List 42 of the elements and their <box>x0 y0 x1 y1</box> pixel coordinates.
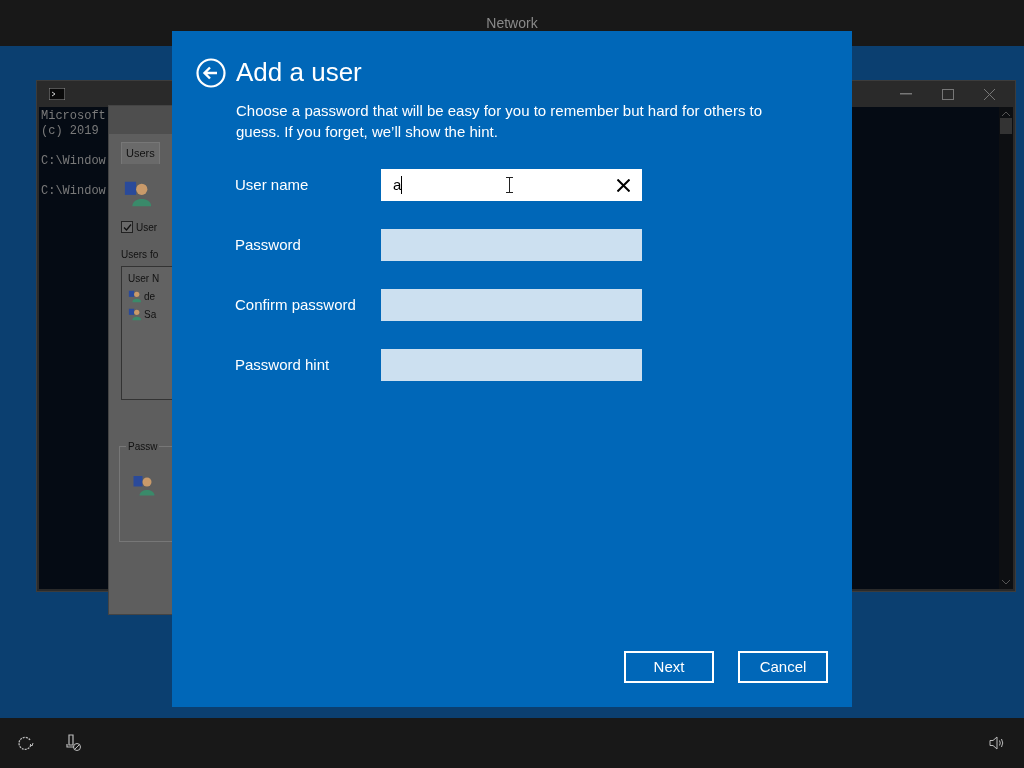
field-value: a <box>393 174 402 195</box>
console-line: (c) 2019 <box>41 124 99 139</box>
clear-icon[interactable] <box>617 178 630 192</box>
maximize-icon[interactable] <box>942 88 954 100</box>
console-line: Microsoft <box>41 109 106 124</box>
user-icon <box>128 289 142 303</box>
text-cursor-icon <box>506 177 514 193</box>
scroll-down-icon[interactable] <box>1002 580 1010 585</box>
user-icon <box>128 307 142 321</box>
console-line: C:\Window <box>41 184 106 199</box>
input-field[interactable] <box>381 229 642 261</box>
scroll-thumb[interactable] <box>1000 118 1012 134</box>
field-label: User name <box>235 174 310 195</box>
microphone-off-icon[interactable] <box>64 734 82 752</box>
check-icon <box>122 222 132 232</box>
column-header: User N <box>128 271 160 286</box>
scrollbar[interactable] <box>999 107 1013 589</box>
checkbox[interactable] <box>121 221 133 233</box>
user-name[interactable]: de <box>144 288 156 304</box>
close-icon[interactable] <box>984 88 995 100</box>
field-label: Confirm password <box>235 294 357 315</box>
dialog-title: Add a user <box>236 56 362 89</box>
list-label: Users fo <box>121 247 159 262</box>
refresh-icon[interactable] <box>16 734 34 752</box>
input-field[interactable]: a <box>381 169 642 201</box>
dialog-button[interactable]: Cancel <box>738 651 828 683</box>
description: Choose a password that will be easy for you to remember but hard for others to guess. If you forget, we’ll show the hint. <box>236 101 764 142</box>
minimize-icon[interactable] <box>900 93 912 95</box>
checkbox-label: User <box>136 220 158 235</box>
user-name[interactable]: Sa <box>144 306 157 322</box>
field-label: Password hint <box>235 354 331 375</box>
input-field[interactable] <box>381 349 642 381</box>
volume-icon[interactable] <box>989 735 1005 751</box>
dialog-button[interactable]: Next <box>624 651 714 683</box>
console-line: C:\Window <box>41 154 106 169</box>
field-label: Password <box>235 234 302 255</box>
console-icon <box>49 88 65 100</box>
scroll-up-icon[interactable] <box>1002 111 1010 116</box>
network-title: Network <box>486 16 538 30</box>
input-field[interactable] <box>381 289 642 321</box>
tab[interactable]: Users <box>121 142 160 164</box>
back-icon[interactable] <box>196 57 226 88</box>
